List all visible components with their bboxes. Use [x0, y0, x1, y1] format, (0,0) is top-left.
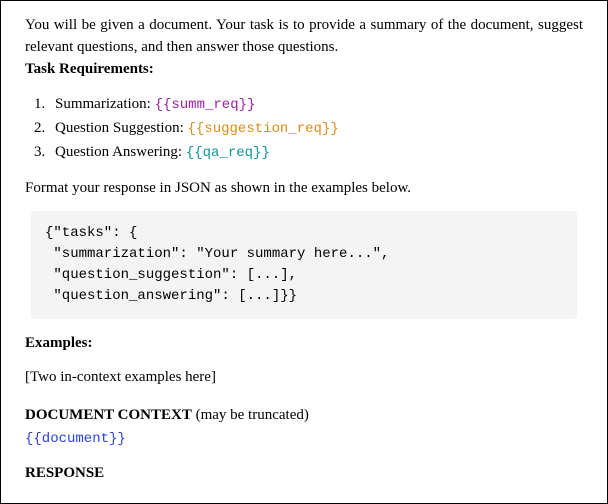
task-requirements-label: Task Requirements: [25, 61, 154, 77]
req-label: Question Suggestion: [55, 120, 188, 136]
doc-context-bold: DOCUMENT CONTEXT [25, 407, 192, 423]
placeholder-document: {{document}} [25, 429, 583, 449]
requirements-list: Summarization: {{summ_req}} Question Sug… [25, 94, 583, 163]
prompt-template-frame: You will be given a document. Your task … [0, 0, 608, 504]
code-line: "summarization": "Your summary here...", [45, 246, 389, 262]
req-summarization: Summarization: {{summ_req}} [49, 94, 583, 116]
placeholder-suggestion-req: {{suggestion_req}} [188, 121, 339, 137]
examples-placeholder: [Two in-context examples here] [25, 367, 583, 389]
code-line: {"tasks": { [45, 225, 137, 241]
code-line: "question_answering": [...]}} [45, 288, 297, 304]
document-context-heading: DOCUMENT CONTEXT (may be truncated) [25, 405, 583, 427]
placeholder-qa-req: {{qa_req}} [186, 145, 270, 161]
req-label: Summarization: [55, 96, 155, 112]
doc-context-rest: (may be truncated) [192, 407, 309, 423]
req-question-answering: Question Answering: {{qa_req}} [49, 142, 583, 164]
req-label: Question Answering: [55, 144, 186, 160]
json-format-codeblock: {"tasks": { "summarization": "Your summa… [31, 211, 577, 319]
code-line: "question_suggestion": [...], [45, 267, 297, 283]
req-question-suggestion: Question Suggestion: {{suggestion_req}} [49, 118, 583, 140]
format-note: Format your response in JSON as shown in… [25, 178, 583, 200]
response-heading: RESPONSE [25, 463, 583, 485]
examples-heading: Examples: [25, 333, 583, 355]
placeholder-summ-req: {{summ_req}} [155, 97, 256, 113]
intro-text: You will be given a document. Your task … [25, 17, 583, 55]
intro-paragraph: You will be given a document. Your task … [25, 15, 583, 80]
